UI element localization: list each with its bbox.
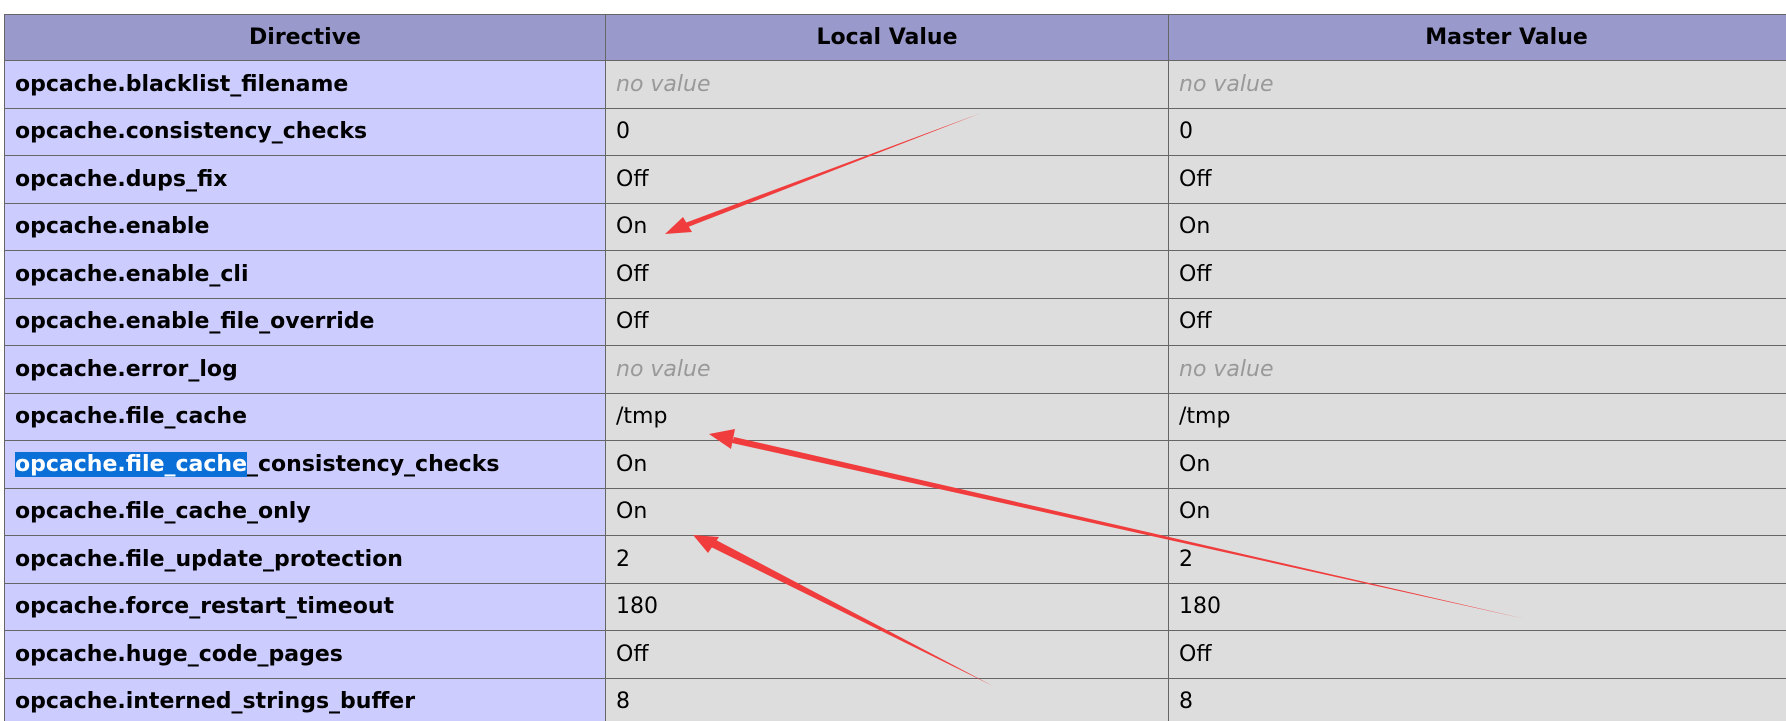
selected-text-highlight[interactable]: opcache.file_cache <box>15 451 248 477</box>
master-value: Off <box>1168 250 1786 299</box>
directive-name: opcache.enable <box>4 202 606 251</box>
no-value-text: no value <box>1179 71 1274 97</box>
directive-name-rest: _consistency_checks <box>247 451 500 477</box>
table-row: opcache.huge_code_pages Off Off <box>4 630 1786 679</box>
no-value-text: no value <box>616 71 711 97</box>
table-row: opcache.enable_cli Off Off <box>4 250 1786 299</box>
master-value: no value <box>1168 60 1786 109</box>
master-value: Off <box>1168 297 1786 346</box>
header-local-value: Local Value <box>605 14 1169 61</box>
table-row: opcache.file_cache_only On On <box>4 487 1786 536</box>
table-header-row: Directive Local Value Master Value <box>4 14 1786 61</box>
table-row: opcache.dups_fix Off Off <box>4 155 1786 204</box>
table-row: opcache.consistency_checks 0 0 <box>4 107 1786 156</box>
opcache-directives-table: Directive Local Value Master Value opcac… <box>4 14 1786 721</box>
table-row: opcache.blacklist_filename no value no v… <box>4 60 1786 109</box>
local-value: On <box>605 202 1169 251</box>
master-value: On <box>1168 202 1786 251</box>
directive-name: opcache.consistency_checks <box>4 107 606 156</box>
master-value: On <box>1168 487 1786 536</box>
local-value: Off <box>605 630 1169 679</box>
directive-name: opcache.file_cache <box>4 392 606 441</box>
local-value: Off <box>605 297 1169 346</box>
local-value: no value <box>605 60 1169 109</box>
table-row: opcache.interned_strings_buffer 8 8 <box>4 677 1786 721</box>
table-row: opcache.enable_file_override Off Off <box>4 297 1786 346</box>
directive-name: opcache.blacklist_filename <box>4 60 606 109</box>
header-master-value: Master Value <box>1168 14 1786 61</box>
local-value: no value <box>605 345 1169 394</box>
directive-name: opcache.enable_cli <box>4 250 606 299</box>
master-value: 8 <box>1168 677 1786 721</box>
master-value: no value <box>1168 345 1786 394</box>
table-row: opcache.file_cache_consistency_checks On… <box>4 440 1786 489</box>
local-value: On <box>605 440 1169 489</box>
local-value: /tmp <box>605 392 1169 441</box>
table-row: opcache.error_log no value no value <box>4 345 1786 394</box>
no-value-text: no value <box>616 356 711 382</box>
master-value: On <box>1168 440 1786 489</box>
master-value: Off <box>1168 155 1786 204</box>
directive-name: opcache.interned_strings_buffer <box>4 677 606 721</box>
table-row: opcache.enable On On <box>4 202 1786 251</box>
master-value: 2 <box>1168 535 1786 584</box>
directive-name: opcache.error_log <box>4 345 606 394</box>
table-row: opcache.file_update_protection 2 2 <box>4 535 1786 584</box>
local-value: 2 <box>605 535 1169 584</box>
directive-name: opcache.dups_fix <box>4 155 606 204</box>
local-value: Off <box>605 155 1169 204</box>
table-row: opcache.file_cache /tmp /tmp <box>4 392 1786 441</box>
local-value: 0 <box>605 107 1169 156</box>
directive-name[interactable]: opcache.file_cache_consistency_checks <box>4 440 606 489</box>
master-value: Off <box>1168 630 1786 679</box>
local-value: 180 <box>605 582 1169 631</box>
local-value: Off <box>605 250 1169 299</box>
directive-name: opcache.huge_code_pages <box>4 630 606 679</box>
master-value: 180 <box>1168 582 1786 631</box>
master-value: 0 <box>1168 107 1786 156</box>
phpinfo-page: Directive Local Value Master Value opcac… <box>0 0 1786 721</box>
no-value-text: no value <box>1179 356 1274 382</box>
table-row: opcache.force_restart_timeout 180 180 <box>4 582 1786 631</box>
directive-name: opcache.enable_file_override <box>4 297 606 346</box>
directive-name: opcache.file_update_protection <box>4 535 606 584</box>
directive-name: opcache.force_restart_timeout <box>4 582 606 631</box>
header-directive: Directive <box>4 14 606 61</box>
local-value: On <box>605 487 1169 536</box>
local-value: 8 <box>605 677 1169 721</box>
directive-name: opcache.file_cache_only <box>4 487 606 536</box>
master-value: /tmp <box>1168 392 1786 441</box>
